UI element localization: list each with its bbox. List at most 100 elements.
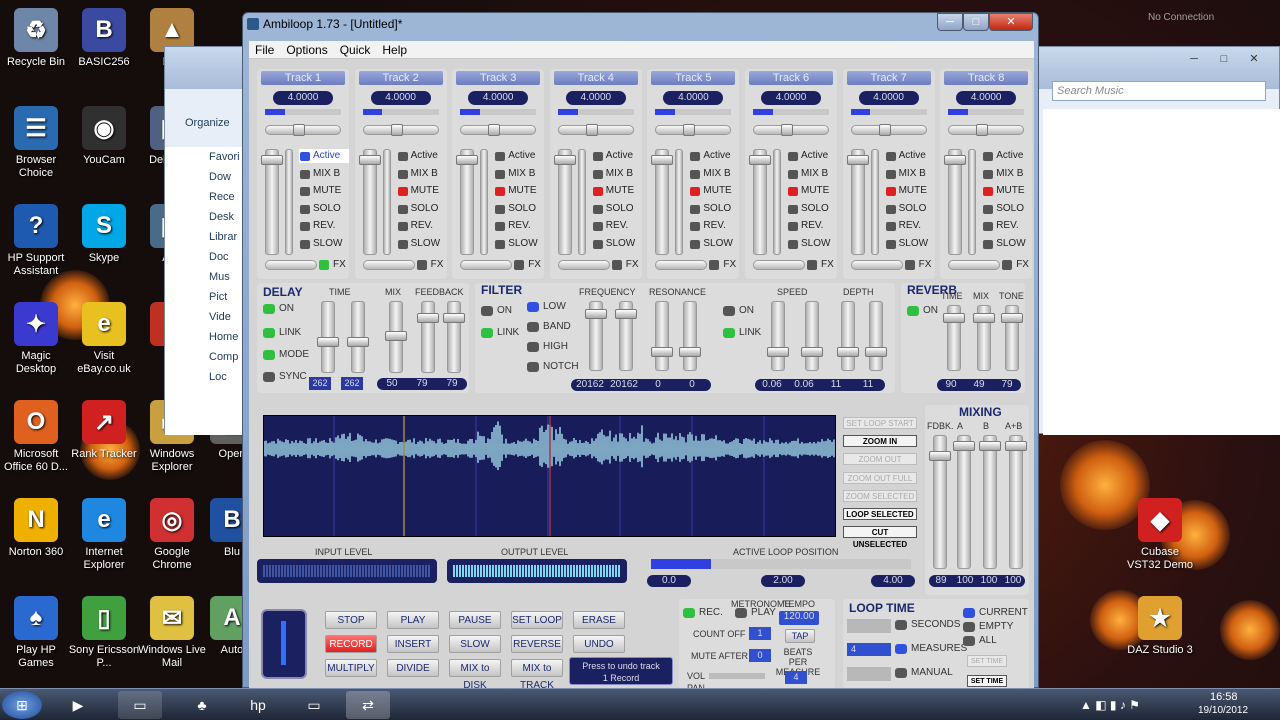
nav-item[interactable]: Librar bbox=[165, 227, 245, 247]
menu-quick[interactable]: Quick bbox=[334, 41, 377, 59]
ambiloop-taskbar-icon[interactable]: ⇄ bbox=[346, 691, 390, 719]
wave-btn-1[interactable]: ZOOM IN bbox=[843, 435, 917, 448]
fx-send-slider[interactable] bbox=[362, 260, 415, 270]
desktop-icon-25[interactable]: ★ DAZ Studio 3 bbox=[1124, 596, 1196, 688]
fx-send-slider[interactable] bbox=[557, 260, 610, 270]
track-btn-rev[interactable]: REV. bbox=[689, 219, 739, 233]
track-gain-slider[interactable] bbox=[285, 149, 293, 255]
wave-btn-0[interactable]: SET LOOP START bbox=[843, 417, 917, 429]
track-btn-slow[interactable]: SLOW bbox=[299, 237, 349, 251]
desktop-icon-13[interactable]: ↗ Rank Tracker bbox=[68, 400, 140, 492]
current-toggle[interactable]: CURRENT bbox=[963, 607, 1028, 619]
nav-item[interactable]: Home bbox=[165, 327, 245, 347]
transport-insert[interactable]: INSERT bbox=[387, 635, 439, 653]
set-time-button[interactable]: SET TIME bbox=[967, 675, 1007, 687]
transport-pause[interactable]: PAUSE bbox=[449, 611, 501, 629]
slider-knob[interactable] bbox=[615, 309, 637, 319]
slider-knob[interactable] bbox=[749, 155, 771, 165]
track-btn-mute[interactable]: MUTE bbox=[397, 184, 447, 198]
slider-knob[interactable] bbox=[801, 347, 823, 357]
slider-knob[interactable] bbox=[865, 347, 887, 357]
fx-send-slider[interactable] bbox=[265, 260, 317, 270]
lfo-slider-3[interactable] bbox=[869, 301, 883, 371]
slider-knob[interactable] bbox=[683, 124, 696, 136]
slider-knob[interactable] bbox=[585, 309, 607, 319]
slider-knob[interactable] bbox=[929, 451, 951, 461]
desktop-icon-9[interactable]: ✦ Magic Desktop bbox=[0, 302, 72, 394]
mute-after-value[interactable]: 0 bbox=[749, 649, 771, 662]
fx-button[interactable]: FX bbox=[807, 258, 834, 272]
delay-mode-toggle[interactable]: MODE bbox=[263, 349, 309, 361]
slider-knob[interactable] bbox=[261, 155, 283, 165]
fx-button[interactable]: FX bbox=[904, 258, 931, 272]
track-btn-mixb[interactable]: MIX B bbox=[689, 167, 739, 181]
desktop-icon-10[interactable]: e Visit eBay.co.uk bbox=[68, 302, 140, 394]
track-btn-mute[interactable]: MUTE bbox=[787, 184, 837, 198]
manual-toggle[interactable]: MANUAL bbox=[895, 667, 953, 679]
slider-knob[interactable] bbox=[976, 124, 989, 136]
fx-send-slider[interactable] bbox=[753, 260, 805, 270]
track-btn-rev[interactable]: REV. bbox=[494, 219, 544, 233]
track-btn-active[interactable]: Active bbox=[397, 149, 447, 163]
explorer-close-button[interactable]: ✕ bbox=[1241, 51, 1267, 67]
track-pan-slider[interactable] bbox=[948, 124, 1025, 136]
delay-link-toggle[interactable]: LINK bbox=[263, 327, 301, 339]
set-time-button-disabled[interactable]: SET TIME bbox=[967, 655, 1007, 667]
slider-knob[interactable] bbox=[781, 124, 793, 136]
metronome-play-toggle[interactable]: PLAY bbox=[735, 607, 776, 619]
menu-help[interactable]: Help bbox=[376, 41, 413, 59]
filter-on-toggle[interactable]: ON bbox=[481, 305, 512, 317]
slider-knob[interactable] bbox=[293, 124, 305, 136]
track-btn-mixb[interactable]: MIX B bbox=[787, 167, 837, 181]
slider-knob[interactable] bbox=[973, 313, 995, 323]
nav-item[interactable]: Vide bbox=[165, 307, 245, 327]
empty-toggle[interactable]: EMPTY bbox=[963, 621, 1013, 633]
nav-item[interactable]: Doc bbox=[165, 247, 245, 267]
slider-knob[interactable] bbox=[390, 124, 403, 136]
wave-btn-6[interactable]: CUT UNSELECTED bbox=[843, 526, 917, 549]
transport-record[interactable]: RECORD bbox=[325, 635, 377, 653]
desktop-icon-0[interactable]: ♻ Recycle Bin bbox=[0, 8, 72, 100]
track-btn-active[interactable]: Active bbox=[592, 149, 642, 163]
nav-item[interactable]: Favori bbox=[165, 147, 245, 167]
slider-knob[interactable] bbox=[651, 347, 673, 357]
fx-button[interactable]: FX bbox=[416, 258, 443, 272]
nav-item[interactable]: Rece bbox=[165, 187, 245, 207]
slider-knob[interactable] bbox=[553, 155, 576, 165]
folder-taskbar-icon[interactable]: ▭ bbox=[292, 691, 336, 719]
slider-knob[interactable] bbox=[347, 337, 369, 347]
minimize-button[interactable]: ─ bbox=[937, 13, 963, 31]
track-btn-rev[interactable]: REV. bbox=[397, 219, 447, 233]
delay-sync-toggle[interactable]: SYNC bbox=[263, 371, 307, 383]
menu-file[interactable]: File bbox=[249, 41, 280, 59]
count-off-value[interactable]: 1 bbox=[749, 627, 771, 640]
explorer-taskbar-icon[interactable]: ▭ bbox=[118, 691, 162, 719]
organize-button[interactable]: Organize bbox=[185, 117, 230, 129]
slider-knob[interactable] bbox=[837, 347, 859, 357]
track-btn-active[interactable]: Active bbox=[787, 149, 837, 163]
track-btn-mixb[interactable]: MIX B bbox=[592, 167, 642, 181]
desktop-icon-21[interactable]: ▯ Sony Ericsson P... bbox=[68, 596, 140, 688]
track-btn-solo[interactable]: SOLO bbox=[397, 202, 447, 216]
track-gain-slider[interactable] bbox=[675, 149, 684, 255]
track-btn-active[interactable]: Active bbox=[494, 149, 544, 163]
desktop-icon-16[interactable]: N Norton 360 bbox=[0, 498, 72, 590]
transport-erase[interactable]: ERASE bbox=[573, 611, 625, 629]
wave-btn-3[interactable]: ZOOM OUT FULL bbox=[843, 471, 917, 484]
track-btn-mixb[interactable]: MIX B bbox=[982, 167, 1032, 181]
mixing-slider-3[interactable] bbox=[1009, 435, 1023, 569]
transport-set-loop[interactable]: SET LOOP bbox=[511, 611, 563, 629]
slider-knob[interactable] bbox=[443, 313, 465, 323]
slider-knob[interactable] bbox=[358, 155, 381, 165]
explorer-minimize-button[interactable]: ─ bbox=[1181, 51, 1207, 67]
fx-button[interactable]: FX bbox=[514, 258, 541, 272]
nav-item[interactable]: Mus bbox=[165, 267, 245, 287]
nav-item[interactable]: Comp bbox=[165, 347, 245, 367]
desktop-icon-6[interactable]: ? HP Support Assistant bbox=[0, 204, 72, 296]
media-player-icon[interactable]: ▶ bbox=[56, 691, 100, 719]
slider-knob[interactable] bbox=[979, 441, 1001, 451]
transport-play[interactable]: PLAY bbox=[387, 611, 439, 629]
all-toggle[interactable]: ALL bbox=[963, 635, 997, 647]
transport-stop[interactable]: STOP bbox=[325, 611, 377, 629]
filter-notch-toggle[interactable]: NOTCH bbox=[527, 361, 579, 373]
